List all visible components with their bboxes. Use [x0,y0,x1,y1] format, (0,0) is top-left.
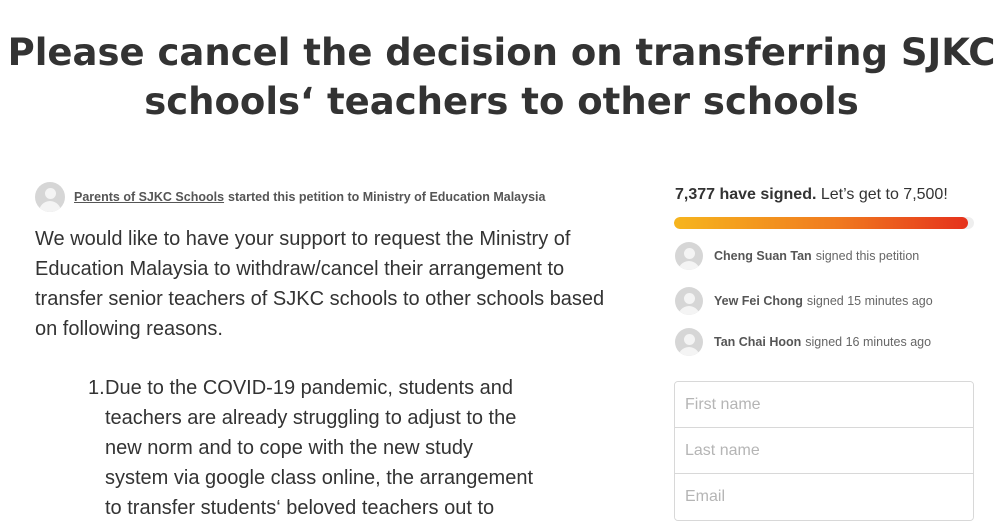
petition-body: We would like to have your support to re… [35,224,625,344]
title-line-2: schools‘ teachers to other schools [144,80,859,123]
goal-text: Let’s get to 7,500! [820,186,948,203]
recent-signer: Tan Chai Hoon signed 16 minutes ago [675,328,931,356]
recent-signer: Yew Fei Chong signed 15 minutes ago [675,287,933,315]
reasons-list: 1. Due to the COVID-19 pandemic, student… [88,373,538,523]
first-name-field[interactable] [675,382,973,428]
starter-description: started this petition to Ministry of Edu… [228,190,546,204]
last-name-field[interactable] [675,428,973,474]
user-avatar-icon [675,328,703,356]
reason-text: Due to the COVID-19 pandemic, students a… [105,377,534,519]
petition-title: Please cancel the decision on transferri… [0,28,1003,126]
user-avatar-icon [675,287,703,315]
signature-progress-fill [674,217,968,229]
signer-name: Cheng Suan Tan [714,249,812,263]
signature-form [674,381,974,521]
list-item: 1. Due to the COVID-19 pandemic, student… [88,373,538,523]
email-field[interactable] [675,474,973,520]
petition-starter: Parents of SJKC Schools started this pet… [35,182,545,212]
signed-count-text: 7,377 have signed. [675,186,817,203]
signature-count: 7,377 have signed. Let’s get to 7,500! [675,186,948,204]
body-paragraph: We would like to have your support to re… [35,228,605,340]
user-avatar-icon [675,242,703,270]
signer-name: Yew Fei Chong [714,294,803,308]
reason-number: 1. [88,377,105,399]
signature-progress-bar [674,217,974,229]
starter-name-link[interactable]: Parents of SJKC Schools [74,190,224,204]
signer-action: signed this petition [815,249,920,263]
petition-page: Please cancel the decision on transferri… [0,0,1003,531]
signer-action: signed 15 minutes ago [806,294,933,308]
user-avatar-icon [35,182,65,212]
signer-action: signed 16 minutes ago [805,335,932,349]
recent-signer: Cheng Suan Tan signed this petition [675,242,919,270]
title-line-1: Please cancel the decision on transferri… [7,31,996,74]
signer-name: Tan Chai Hoon [714,335,802,349]
